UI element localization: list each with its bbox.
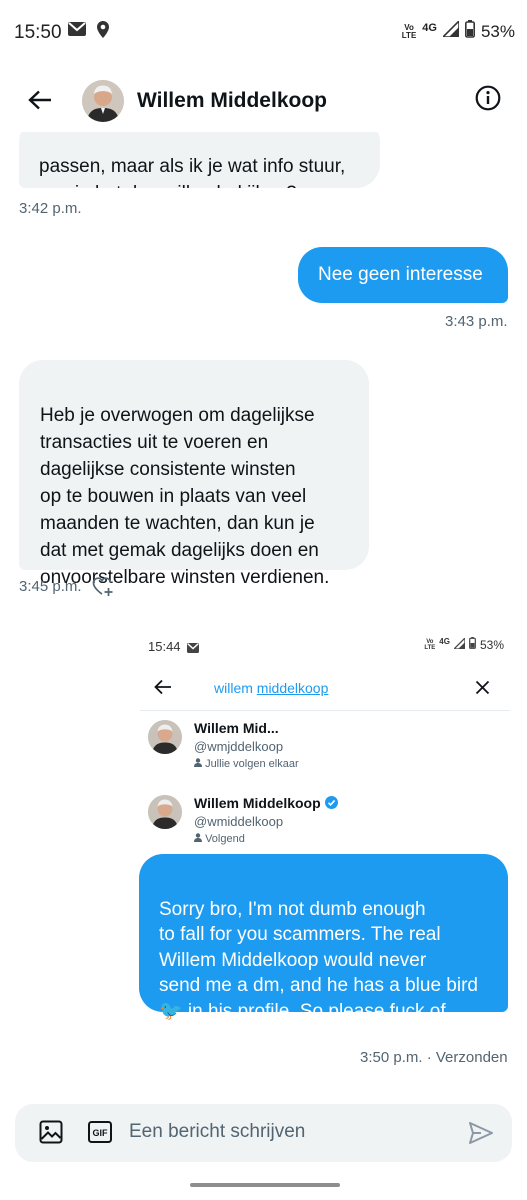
- battery-percentage: 53%: [479, 637, 504, 652]
- message-bubble-outgoing[interactable]: Nee geen interesse: [298, 247, 508, 303]
- battery-percentage: 53%: [480, 21, 515, 41]
- status-bar: 15:50 Vo LTE 4G 53%: [0, 0, 527, 64]
- back-arrow-icon: [154, 679, 172, 700]
- message-timestamp: 3:42 p.m.: [19, 200, 82, 217]
- result-handle: @wmiddelkoop: [194, 814, 284, 829]
- avatar: [148, 795, 182, 829]
- message-input[interactable]: Een bericht schrijven: [129, 1121, 305, 1143]
- volte-icon: Vo LTE: [401, 22, 417, 40]
- person-icon: [194, 833, 202, 842]
- result-name-text: Willem Middelkoop: [194, 795, 321, 811]
- info-button[interactable]: [472, 84, 504, 116]
- status-time: 15:50: [14, 22, 62, 43]
- message-text: Nee geen interesse: [318, 264, 483, 285]
- home-indicator[interactable]: [190, 1183, 340, 1187]
- message-text: Sorry bro, I'm not dumb enough to fall f…: [159, 898, 478, 1048]
- volte-icon: Vo LTE: [424, 638, 436, 651]
- battery-icon: [469, 637, 476, 652]
- search-query: willem middelkoop: [214, 680, 328, 696]
- avatar: [148, 720, 182, 754]
- result-meta: Volgend: [194, 833, 245, 845]
- verified-badge-icon: [324, 796, 338, 809]
- mail-icon: [187, 640, 199, 658]
- person-icon: [194, 758, 202, 767]
- message-text: Heb je overwogen om dagelijkse transacti…: [40, 405, 330, 588]
- search-result-row: Willem Middelkoop @wmiddelkoop Volgend: [148, 795, 498, 855]
- mail-icon: [68, 22, 86, 41]
- message-timestamp: 3:43 p.m.: [445, 313, 508, 330]
- message-bubble-outgoing[interactable]: Sorry bro, I'm not dumb enough to fall f…: [139, 854, 508, 1047]
- search-bar: willem middelkoop: [140, 667, 510, 711]
- message-timestamp: 3:50 p.m. · Verzonden: [360, 1049, 508, 1066]
- send-icon[interactable]: [468, 1121, 494, 1150]
- network-label: 4G: [439, 637, 450, 646]
- attached-screenshot-image[interactable]: 15:44 Vo LTE 4G 53% willem middelkoop Wil…: [140, 625, 510, 855]
- search-result-row: Willem Mid... @wmjddelkoop Jullie volgen…: [148, 720, 498, 780]
- gif-icon[interactable]: GIF: [88, 1121, 112, 1148]
- message-timestamp: 3:45 p.m.: [19, 578, 82, 595]
- back-button[interactable]: [22, 84, 58, 120]
- conversation-title[interactable]: Willem Middelkoop: [137, 89, 327, 113]
- avatar[interactable]: [82, 80, 124, 122]
- signal-icon: [452, 636, 466, 652]
- battery-icon: [464, 20, 475, 43]
- message-composer: GIF Een bericht schrijven: [15, 1104, 512, 1162]
- screenshot-time: 15:44: [148, 639, 181, 654]
- result-meta-text: Volgend: [205, 833, 245, 845]
- back-arrow-icon: [28, 90, 52, 115]
- close-icon: [475, 680, 490, 700]
- result-handle: @wmjddelkoop: [194, 739, 284, 754]
- message-bubble-incoming[interactable]: Heb je overwogen om dagelijkse transacti…: [19, 360, 369, 588]
- heart-plus-icon[interactable]: [92, 577, 114, 602]
- result-name: Willem Middelkoop: [194, 795, 338, 811]
- info-icon: [475, 85, 501, 116]
- message-text: passen, maar als ik je wat info stuur, z…: [39, 156, 346, 188]
- image-icon[interactable]: [39, 1120, 63, 1149]
- location-icon: [97, 21, 109, 43]
- search-query-first: willem: [214, 680, 253, 696]
- conversation-header: Willem Middelkoop: [0, 72, 527, 132]
- network-label: 4G: [422, 21, 437, 34]
- signal-icon: [441, 19, 460, 42]
- result-name: Willem Mid...: [194, 720, 279, 736]
- search-query-second: middelkoop: [256, 680, 329, 696]
- result-meta-text: Jullie volgen elkaar: [205, 758, 299, 770]
- gif-label: GIF: [93, 1128, 109, 1138]
- result-meta: Jullie volgen elkaar: [194, 758, 299, 770]
